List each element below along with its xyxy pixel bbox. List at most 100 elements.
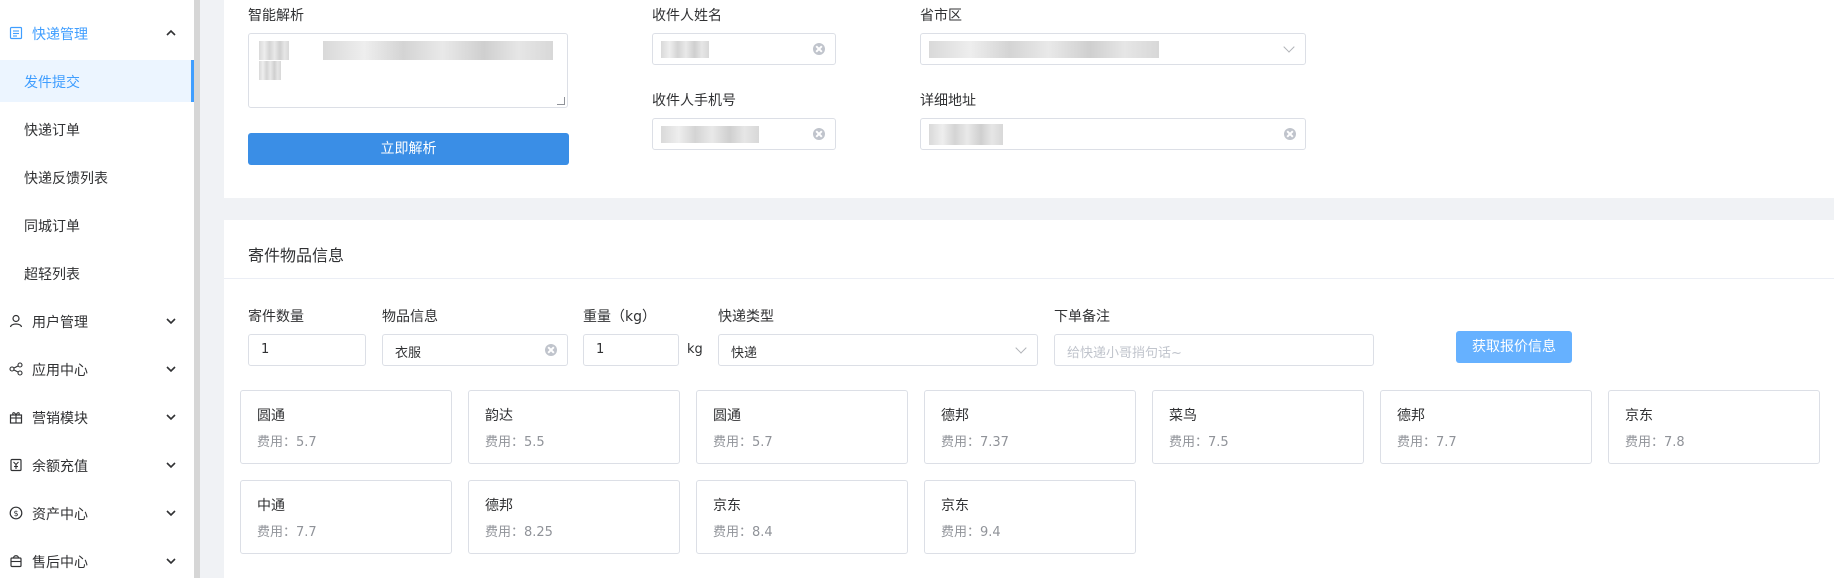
menu-group-label: 快递管理 [32,27,88,43]
carrier-name: 德邦 [485,498,513,514]
sidebar-item-label: 超轻列表 [24,267,80,283]
smart-parse-label: 智能解析 [248,8,304,24]
blurred-text [259,41,289,60]
quote-card[interactable]: 德邦 费用：7.7 [1380,390,1592,464]
goods-panel: 寄件物品信息 寄件数量 1 物品信息 衣服 重量（kg） 1 kg 快递类型 快… [224,220,1834,578]
sidebar-item-city-orders[interactable]: 同城订单 [0,204,194,246]
blurred-text [929,124,1003,145]
region-select[interactable] [920,33,1306,65]
smart-parse-textarea[interactable] [248,33,568,108]
menu-group-label: 营销模块 [32,411,88,427]
remark-placeholder: 给快递小哥捎句话~ [1067,346,1182,361]
menu-group-express[interactable]: 快递管理 [0,9,194,57]
blurred-text [661,41,709,58]
quantity-value: 1 [261,342,270,357]
remark-input[interactable]: 给快递小哥捎句话~ [1054,334,1374,366]
item-info-input[interactable]: 衣服 [382,334,568,366]
menu-group-assets[interactable]: $ 资产中心 [0,489,194,537]
blurred-text [661,126,759,143]
menu-group-app-center[interactable]: 应用中心 [0,345,194,393]
clear-icon[interactable] [813,128,825,140]
detail-address-label: 详细地址 [920,93,976,109]
quantity-input[interactable]: 1 [248,334,366,366]
resize-handle-icon[interactable] [557,97,565,105]
menu-group-label: 资产中心 [32,507,88,523]
share-icon [9,362,23,376]
receiver-name-label: 收件人姓名 [652,8,722,24]
divider [224,278,1834,279]
carrier-name: 京东 [713,498,741,514]
parse-now-button[interactable]: 立即解析 [248,133,569,165]
carrier-fee: 费用：7.7 [1397,435,1457,450]
item-info-value: 衣服 [395,346,422,361]
gift-icon [9,412,23,424]
chevron-down-icon [166,510,176,517]
carrier-name: 京东 [941,498,969,514]
blurred-text [323,41,553,60]
detail-address-input[interactable] [920,118,1306,150]
chevron-down-icon [1015,342,1027,354]
carrier-name: 京东 [1625,408,1653,424]
sidebar-item-express-orders[interactable]: 快递订单 [0,108,194,150]
express-type-value: 快递 [731,346,758,361]
recharge-icon [10,458,22,472]
sidebar-scrollbar[interactable] [194,0,200,578]
menu-group-users[interactable]: 用户管理 [0,297,194,345]
receiver-phone-label: 收件人手机号 [652,93,736,109]
item-info-label: 物品信息 [382,309,438,325]
menu-group-label: 用户管理 [32,315,88,331]
menu-group-after-sales[interactable]: 售后中心 [0,537,194,578]
svg-text:$: $ [13,509,18,518]
carrier-name: 德邦 [1397,408,1425,424]
address-panel: 智能解析 立即解析 收件人姓名 收件人手机号 省市区 详细地址 [224,0,1834,198]
user-icon [9,314,23,328]
menu-group-recharge[interactable]: 余额充值 [0,441,194,489]
clear-icon[interactable] [1284,128,1296,140]
quote-card[interactable]: 京东 费用：9.4 [924,480,1136,554]
quote-card[interactable]: 京东 费用：8.4 [696,480,908,554]
carrier-name: 韵达 [485,408,513,424]
menu-group-marketing[interactable]: 营销模块 [0,393,194,441]
chevron-down-icon [166,414,176,421]
quote-card[interactable]: 韵达 费用：5.5 [468,390,680,464]
carrier-fee: 费用：5.7 [257,435,317,450]
get-quote-button[interactable]: 获取报价信息 [1456,331,1572,363]
carrier-fee: 费用：7.7 [257,525,317,540]
clear-icon[interactable] [813,43,825,55]
chevron-up-icon [166,29,176,36]
sidebar-item-label: 快递反馈列表 [24,171,108,187]
quote-card[interactable]: 中通 费用：7.7 [240,480,452,554]
menu-group-label: 售后中心 [32,555,88,571]
remark-label: 下单备注 [1054,309,1110,325]
chevron-down-icon [166,462,176,469]
sidebar-item-feedback-list[interactable]: 快递反馈列表 [0,156,194,198]
dollar-icon: $ [9,506,23,520]
sidebar-item-ultralight-list[interactable]: 超轻列表 [0,252,194,294]
sidebar-item-label: 发件提交 [24,75,80,91]
receiver-phone-input[interactable] [652,118,836,150]
carrier-name: 德邦 [941,408,969,424]
sidebar-item-submit-shipment[interactable]: 发件提交 [0,60,194,102]
quote-card[interactable]: 德邦 费用：8.25 [468,480,680,554]
quote-card[interactable]: 菜鸟 费用：7.5 [1152,390,1364,464]
carrier-fee: 费用：5.7 [713,435,773,450]
express-type-label: 快递类型 [718,309,774,325]
carrier-name: 圆通 [713,408,741,424]
goods-section-title: 寄件物品信息 [248,246,345,265]
weight-unit: kg [687,342,703,357]
carrier-fee: 费用：8.25 [485,525,553,540]
carrier-name: 中通 [257,498,285,514]
blurred-text [259,61,281,80]
weight-input[interactable]: 1 [583,334,679,366]
chevron-down-icon [166,558,176,565]
quote-card[interactable]: 德邦 费用：7.37 [924,390,1136,464]
menu-group-label: 余额充值 [32,459,88,475]
sidebar-item-label: 同城订单 [24,219,80,235]
quote-card[interactable]: 圆通 费用：5.7 [696,390,908,464]
quote-card[interactable]: 圆通 费用：5.7 [240,390,452,464]
carrier-fee: 费用：5.5 [485,435,545,450]
express-type-select[interactable]: 快递 [718,334,1038,366]
clear-icon[interactable] [545,344,557,356]
receiver-name-input[interactable] [652,33,836,65]
quote-card[interactable]: 京东 费用：7.8 [1608,390,1820,464]
